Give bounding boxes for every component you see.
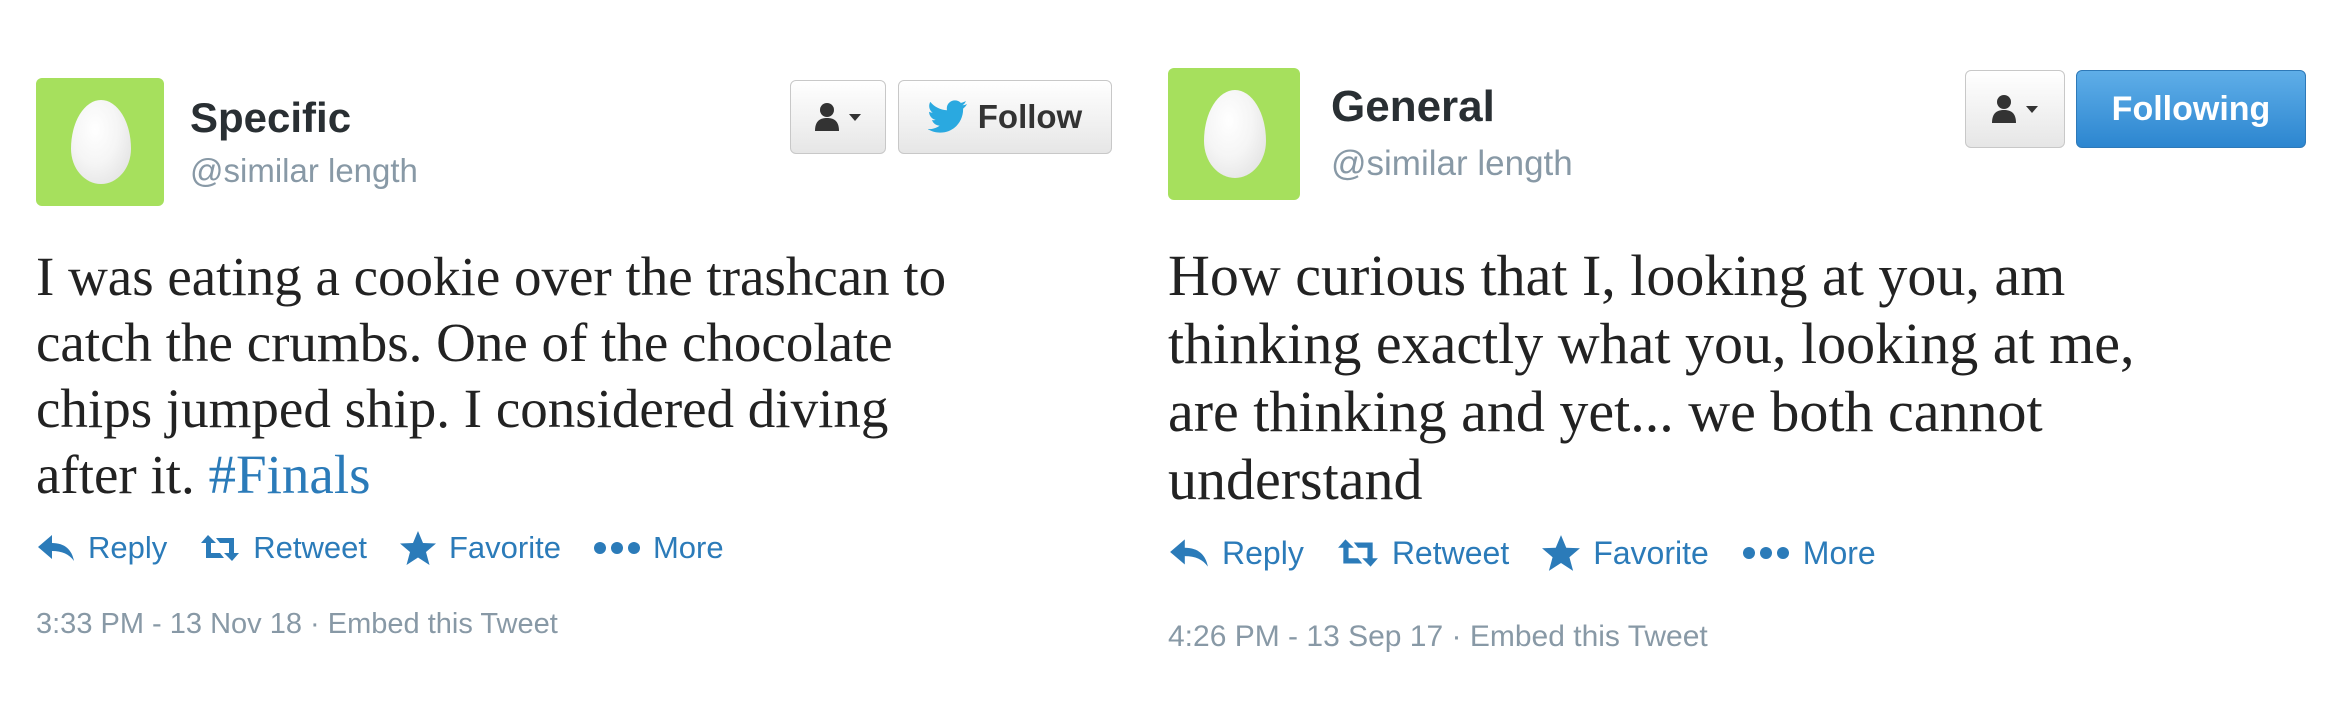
- reply-action[interactable]: Reply: [1168, 535, 1304, 572]
- tweet-meta: 3:33 PM - 13 Nov 18 · Embed this Tweet: [36, 608, 558, 641]
- timestamp-link[interactable]: 3:33 PM - 13 Nov 18: [36, 608, 302, 640]
- tweet-meta: 4:26 PM - 13 Sep 17 · Embed this Tweet: [1168, 620, 1708, 654]
- retweet-icon: [201, 535, 240, 561]
- egg-avatar-icon: [71, 100, 131, 184]
- user-handle[interactable]: @similar length: [190, 152, 418, 190]
- tweet-text-line: are thinking and yet... we both cannot: [1168, 379, 2043, 444]
- more-label: More: [1802, 534, 1876, 571]
- meta-separator: ·: [1451, 620, 1462, 653]
- caret-down-icon: [849, 114, 861, 121]
- tweet-text-line: I was eating a cookie over the trashcan …: [36, 246, 947, 307]
- embed-tweet-link[interactable]: Embed this Tweet: [328, 608, 558, 640]
- tweet-text: How curious that I, looking at you, am t…: [1168, 242, 2268, 514]
- favorite-label: Favorite: [449, 530, 561, 565]
- retweet-icon: [1337, 539, 1378, 567]
- tweet-card-general: General @similar length Following How cu…: [1168, 68, 2306, 708]
- tweet-text: I was eating a cookie over the trashcan …: [36, 244, 1136, 508]
- favorite-action[interactable]: Favorite: [399, 530, 561, 566]
- retweet-label: Retweet: [1391, 534, 1510, 571]
- timestamp-link[interactable]: 4:26 PM - 13 Sep 17: [1168, 620, 1443, 653]
- more-action[interactable]: More: [593, 530, 724, 566]
- tweet-text-line: chips jumped ship. I considered diving: [36, 378, 889, 439]
- more-action[interactable]: More: [1741, 535, 1876, 572]
- retweet-label: Retweet: [253, 530, 367, 565]
- user-handle[interactable]: @similar length: [1331, 144, 1573, 184]
- reply-label: Reply: [1222, 534, 1304, 571]
- more-dots-icon: [593, 542, 640, 554]
- tweet-text-line: catch the crumbs. One of the chocolate: [36, 312, 893, 373]
- tweet-text-line: thinking exactly what you, looking at me…: [1168, 311, 2135, 376]
- user-actions-button[interactable]: [790, 80, 886, 154]
- tweet-actions: Reply Retweet Favorite More: [1168, 534, 1908, 572]
- avatar[interactable]: [36, 78, 164, 206]
- tweet-actions: Reply Retweet Favorite More: [36, 530, 756, 566]
- twitter-bird-icon: [927, 100, 967, 133]
- display-name[interactable]: General: [1331, 82, 1495, 132]
- display-name[interactable]: Specific: [190, 94, 351, 142]
- follow-button-label: Follow: [977, 98, 1083, 135]
- egg-avatar-icon: [1204, 90, 1266, 178]
- reply-icon: [1170, 539, 1208, 567]
- retweet-action[interactable]: Retweet: [1336, 535, 1509, 572]
- hashtag-link[interactable]: #Finals: [209, 444, 371, 505]
- user-icon: [1992, 95, 2016, 123]
- tweet-text-line: after it.: [36, 444, 195, 505]
- embed-tweet-link[interactable]: Embed this Tweet: [1470, 620, 1708, 653]
- meta-separator: ·: [310, 608, 320, 640]
- star-icon: [400, 531, 436, 565]
- user-actions-button[interactable]: [1965, 70, 2065, 148]
- favorite-label: Favorite: [1593, 534, 1709, 571]
- star-icon: [1542, 535, 1581, 571]
- tweet-text-line: How curious that I, looking at you, am: [1168, 243, 2066, 308]
- reply-icon: [38, 535, 74, 561]
- reply-action[interactable]: Reply: [36, 530, 167, 566]
- tweet-text-line-last: after it. #Finals: [36, 442, 1136, 508]
- avatar[interactable]: [1168, 68, 1300, 200]
- favorite-action[interactable]: Favorite: [1541, 534, 1709, 572]
- user-icon: [815, 103, 839, 131]
- retweet-action[interactable]: Retweet: [199, 530, 367, 566]
- reply-label: Reply: [88, 530, 168, 565]
- tweet-card-specific: Specific @similar length Follow I was ea…: [36, 78, 1156, 718]
- tweet-text-line: understand: [1168, 447, 1423, 512]
- more-dots-icon: [1742, 547, 1789, 559]
- following-button[interactable]: Following: [2076, 70, 2306, 148]
- caret-down-icon: [2026, 106, 2038, 113]
- more-label: More: [652, 530, 724, 565]
- follow-button[interactable]: Follow: [898, 80, 1112, 154]
